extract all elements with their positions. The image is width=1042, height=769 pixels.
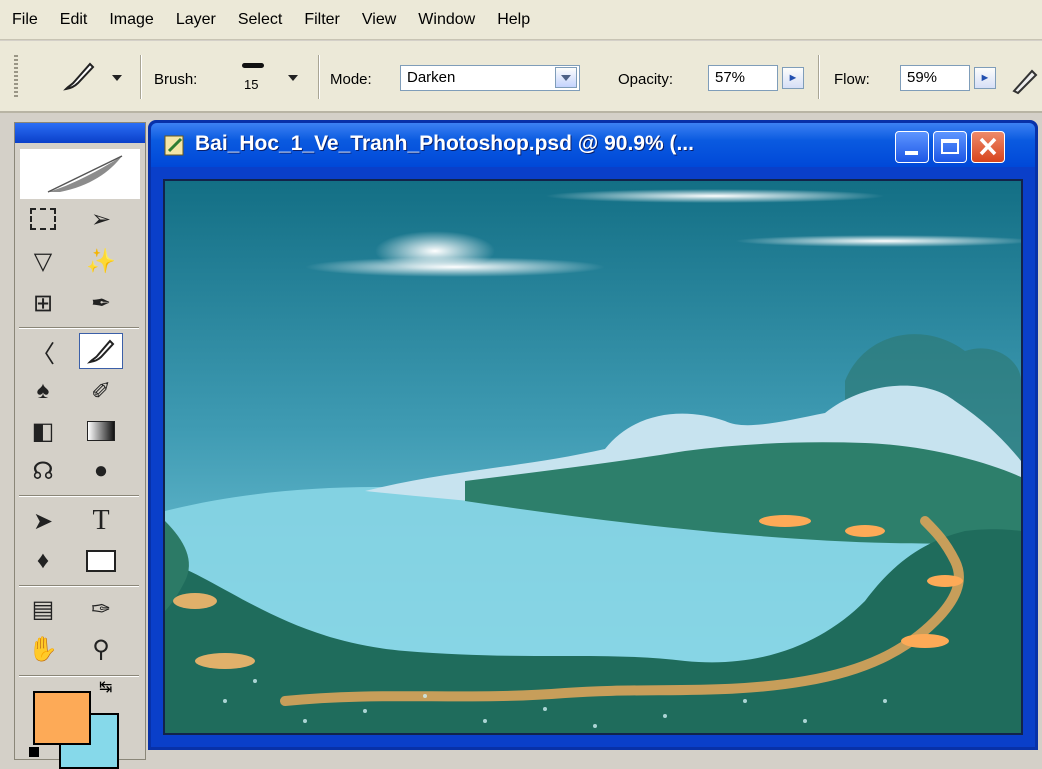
- minimize-icon: [905, 151, 918, 155]
- brush-label: Brush:: [154, 71, 198, 88]
- close-icon: [979, 137, 997, 156]
- maximize-icon: [941, 139, 959, 154]
- eraser-tool-icon[interactable]: ◧: [21, 413, 65, 449]
- chevron-down-icon: [288, 75, 298, 81]
- dodge-tool-icon[interactable]: ●: [79, 453, 123, 489]
- opacity-label: Opacity:: [618, 71, 674, 88]
- notes-tool-icon[interactable]: ▤: [21, 591, 65, 627]
- menu-filter[interactable]: Filter: [304, 11, 340, 29]
- toolbar-grip[interactable]: [14, 55, 18, 99]
- flow-label: Flow:: [834, 71, 870, 88]
- move-tool-icon[interactable]: ➢: [79, 201, 123, 237]
- brush-size: 15: [244, 77, 259, 92]
- marquee-tool-icon[interactable]: [21, 201, 65, 237]
- chevron-down-icon: [112, 75, 122, 81]
- menu-image[interactable]: Image: [109, 11, 153, 29]
- document-canvas[interactable]: [163, 179, 1023, 735]
- menu-view[interactable]: View: [362, 11, 396, 29]
- opacity-input[interactable]: 57%: [708, 65, 778, 91]
- eyedropper-icon[interactable]: ✑: [79, 591, 123, 627]
- options-bar: Brush: 15 Mode: Darken Opacity: 57% ► Fl…: [0, 41, 1042, 113]
- crop-tool-icon[interactable]: ⊞: [21, 285, 65, 321]
- mode-value: Darken: [407, 69, 456, 86]
- maximize-button[interactable]: [933, 131, 967, 163]
- magic-wand-icon[interactable]: ✨: [79, 243, 123, 279]
- slice-tool-icon[interactable]: ✒: [79, 285, 123, 321]
- minimize-button[interactable]: [895, 131, 929, 163]
- history-brush-icon[interactable]: ✐: [79, 373, 123, 409]
- menu-file[interactable]: File: [12, 11, 38, 29]
- dropdown-arrow-icon: [555, 67, 577, 88]
- flow-slider-button[interactable]: ►: [974, 67, 996, 89]
- flow-input[interactable]: 59%: [900, 65, 970, 91]
- feather-logo[interactable]: [20, 149, 140, 199]
- default-colors-icon[interactable]: [29, 747, 39, 757]
- type-tool-icon[interactable]: T: [79, 503, 123, 539]
- brush-preview-icon: [242, 63, 264, 68]
- airbrush-icon[interactable]: [1008, 63, 1042, 97]
- menu-edit[interactable]: Edit: [60, 11, 88, 29]
- document-title-bar[interactable]: Bai_Hoc_1_Ve_Tranh_Photoshop.psd @ 90.9%…: [151, 123, 1035, 167]
- brush-tool-icon[interactable]: [79, 333, 123, 369]
- healing-brush-icon[interactable]: 〈: [21, 333, 65, 369]
- close-button[interactable]: [971, 131, 1005, 163]
- menu-layer[interactable]: Layer: [176, 11, 216, 29]
- brush-icon: [63, 62, 95, 91]
- menu-help[interactable]: Help: [497, 11, 530, 29]
- menu-window[interactable]: Window: [418, 11, 475, 29]
- lasso-tool-icon[interactable]: ▽: [21, 243, 65, 279]
- feather-icon: [47, 155, 123, 193]
- menu-select[interactable]: Select: [238, 11, 282, 29]
- brush-picker[interactable]: 15: [232, 53, 304, 103]
- zoom-tool-icon[interactable]: ⚲: [79, 631, 123, 667]
- shape-tool-icon[interactable]: [79, 543, 123, 579]
- foreground-color-swatch[interactable]: [33, 691, 91, 745]
- psd-file-icon: [164, 135, 184, 156]
- opacity-slider-button[interactable]: ►: [782, 67, 804, 89]
- document-window: Bai_Hoc_1_Ve_Tranh_Photoshop.psd @ 90.9%…: [148, 120, 1038, 750]
- swap-colors-icon[interactable]: ↹: [99, 677, 112, 697]
- document-title: Bai_Hoc_1_Ve_Tranh_Photoshop.psd @ 90.9%…: [195, 132, 694, 155]
- mode-select[interactable]: Darken: [400, 65, 580, 91]
- pen-tool-icon[interactable]: ♦: [21, 543, 65, 579]
- hand-tool-icon[interactable]: ✋: [21, 631, 65, 667]
- clone-stamp-icon[interactable]: ♠: [21, 373, 65, 409]
- path-selection-icon[interactable]: ➤: [21, 503, 65, 539]
- tool-preset-picker[interactable]: [52, 59, 132, 97]
- painting-image: [165, 181, 1021, 733]
- mode-label: Mode:: [330, 71, 372, 88]
- menu-bar: File Edit Image Layer Select Filter View…: [0, 0, 1042, 40]
- blur-tool-icon[interactable]: ☊: [21, 453, 65, 489]
- gradient-tool-icon[interactable]: [79, 413, 123, 449]
- toolbox: ➢ ▽ ✨ ⊞ ✒ 〈 ♠ ✐ ◧ ☊ ● ➤ T ♦ ▤ ✑ ✋ ⚲ ↹: [14, 122, 146, 769]
- toolbox-title-bar[interactable]: [15, 123, 145, 143]
